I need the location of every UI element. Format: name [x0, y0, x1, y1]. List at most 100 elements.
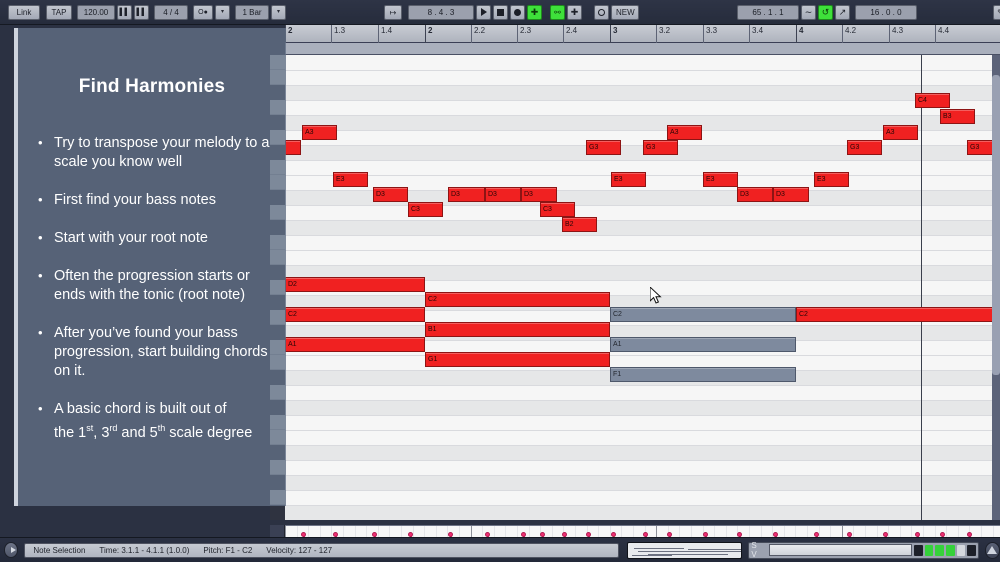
timeline-ruler[interactable]: 2 1.3 1.4 2 2.2 2.3 2.4 3 3.2 3.3 3.4 4 4.2 4.3 4.4	[285, 25, 1000, 43]
record-icon[interactable]	[510, 4, 525, 20]
midi-note[interactable]: G1	[425, 352, 610, 367]
quantize-field[interactable]: 1 Bar	[235, 4, 269, 20]
top-toolbar: Link TAP 120.00 ▌▌ ▌▌ 4 / 4 O● ▾ 1 Bar ▾…	[0, 0, 1000, 25]
midi-note[interactable]: E3	[333, 172, 368, 187]
metronome-dropdown-icon[interactable]: ▾	[215, 4, 230, 20]
midi-note[interactable]: A1	[285, 337, 425, 352]
mini-indicator-5[interactable]	[956, 544, 966, 556]
waveform-preview[interactable]	[627, 541, 743, 559]
nudge-up-icon[interactable]: ▌▌	[134, 4, 149, 20]
mini-indicator-1[interactable]	[914, 544, 923, 556]
midi-note[interactable]: C2	[285, 307, 425, 322]
midi-note[interactable]: D2	[285, 277, 425, 292]
midi-note[interactable]: B2	[562, 217, 597, 232]
punch-out-icon[interactable]: ↗	[835, 4, 850, 20]
loop-icon[interactable]: ↺	[818, 4, 833, 20]
grid-hline	[285, 85, 1000, 86]
grid-lane	[285, 475, 1000, 490]
midi-note[interactable]: C4	[915, 93, 950, 108]
grid-lane	[285, 250, 1000, 265]
status-selection-label: Note Selection	[33, 545, 86, 555]
grid-hline	[285, 115, 1000, 116]
mini-indicator-6[interactable]	[967, 544, 976, 556]
loop-brace[interactable]	[285, 43, 1000, 55]
midi-note[interactable]: A1	[610, 337, 796, 352]
transport-left-group: Link TAP 120.00 ▌▌ ▌▌ 4 / 4 O● ▾ 1 Bar ▾	[8, 4, 286, 20]
midi-note[interactable]: C2	[425, 292, 610, 307]
midi-note[interactable]: E3	[814, 172, 849, 187]
tempo-field[interactable]: 120.00	[77, 4, 115, 20]
punch-in-icon[interactable]: ∼	[801, 4, 816, 20]
grid-hline	[285, 385, 1000, 386]
vertical-scrollbar-thumb[interactable]	[992, 75, 1000, 375]
midi-note[interactable]: C3	[540, 202, 575, 217]
midi-note[interactable]: B3	[940, 109, 975, 124]
ruler-tick: 2.2	[471, 25, 485, 43]
midi-note[interactable]: A3	[302, 125, 337, 140]
midi-note[interactable]: F1	[610, 367, 796, 382]
quantize-dropdown-icon[interactable]: ▾	[271, 4, 286, 20]
mini-indicator-3[interactable]	[935, 544, 944, 556]
overlay-bullet-6-mid: , 3	[93, 424, 110, 441]
pencil-icon[interactable]: ✎	[993, 4, 1000, 20]
loop-length-field[interactable]: 16 . 0 . 0	[855, 4, 917, 20]
piano-key[interactable]	[270, 505, 285, 520]
reenable-automation-icon[interactable]: ✚	[567, 4, 582, 20]
stop-icon[interactable]	[493, 4, 508, 20]
midi-note[interactable]	[285, 140, 301, 155]
midi-note[interactable]: G3	[643, 140, 678, 155]
midi-note[interactable]: E3	[611, 172, 646, 187]
status-help-play-icon[interactable]	[4, 542, 19, 558]
nudge-down-icon[interactable]: ▌▌	[117, 4, 132, 20]
arrangement-position-field[interactable]: 8 . 4 . 3	[408, 4, 474, 20]
overlay-bullet-1: Try to transpose your melody to a scale …	[36, 133, 286, 172]
capture-icon[interactable]	[594, 4, 609, 20]
grid-lane	[285, 385, 1000, 400]
grid-lane	[285, 445, 1000, 460]
midi-note[interactable]: C2	[610, 307, 796, 322]
expand-browser-button[interactable]	[984, 541, 1000, 559]
automation-icon[interactable]: ⚯	[550, 4, 565, 20]
play-icon[interactable]	[476, 4, 491, 20]
link-button[interactable]: Link	[8, 4, 40, 20]
mixer-strip-preview[interactable]	[768, 544, 913, 556]
grid-hline	[285, 220, 1000, 221]
note-grid[interactable]: A3 E3 D3 C3 D3 D3 D3 C3 B2 G3 E3 G3 A3 E3 D3 D3 E3 G3 A3 C4…	[285, 55, 1000, 520]
ableton-piano-roll-window: Link TAP 120.00 ▌▌ ▌▌ 4 / 4 O● ▾ 1 Bar ▾…	[0, 0, 1000, 562]
metronome-icon[interactable]: O●	[193, 4, 213, 20]
time-signature-field[interactable]: 4 / 4	[154, 4, 188, 20]
grid-hline	[285, 430, 1000, 431]
mini-indicator-4[interactable]	[945, 544, 955, 556]
grid-lane	[285, 400, 1000, 415]
midi-note[interactable]: G3	[586, 140, 621, 155]
grid-lane	[285, 100, 1000, 115]
grid-lane	[285, 85, 1000, 100]
ruler-tick: 1.4	[378, 25, 392, 43]
midi-note[interactable]: D3	[773, 187, 809, 202]
midi-note[interactable]: E3	[703, 172, 738, 187]
midi-note[interactable]: D3	[448, 187, 485, 202]
midi-note[interactable]: D3	[373, 187, 408, 202]
toolbar-right-group: ✎ ▋▋ KEY MIDI 6 % D	[993, 4, 1000, 20]
midi-note[interactable]: C3	[408, 202, 443, 217]
new-button[interactable]: NEW	[611, 4, 639, 20]
midi-note[interactable]: B1	[425, 322, 610, 337]
tap-tempo-button[interactable]: TAP	[46, 4, 72, 20]
midi-note[interactable]: D3	[737, 187, 773, 202]
vertical-scrollbar[interactable]	[992, 55, 1000, 520]
arrangement-record-icon[interactable]: ✚	[527, 4, 542, 20]
midi-note[interactable]: G3	[847, 140, 882, 155]
follow-icon[interactable]: ↦	[384, 4, 402, 20]
grid-hline	[285, 205, 1000, 206]
midi-note[interactable]: D3	[521, 187, 557, 202]
midi-note[interactable]: A3	[667, 125, 702, 140]
midi-note[interactable]: A3	[883, 125, 918, 140]
midi-note[interactable]: D3	[485, 187, 521, 202]
midi-note[interactable]: C2	[796, 307, 1000, 322]
mini-indicator-2[interactable]	[924, 544, 934, 556]
loop-start-field[interactable]: 65 . 1 . 1	[737, 4, 799, 20]
grid-lane	[285, 235, 1000, 250]
overlay-bullet-6-line1: A basic chord is built out of	[54, 401, 227, 417]
grid-hline	[285, 445, 1000, 446]
grid-lane	[285, 505, 1000, 520]
